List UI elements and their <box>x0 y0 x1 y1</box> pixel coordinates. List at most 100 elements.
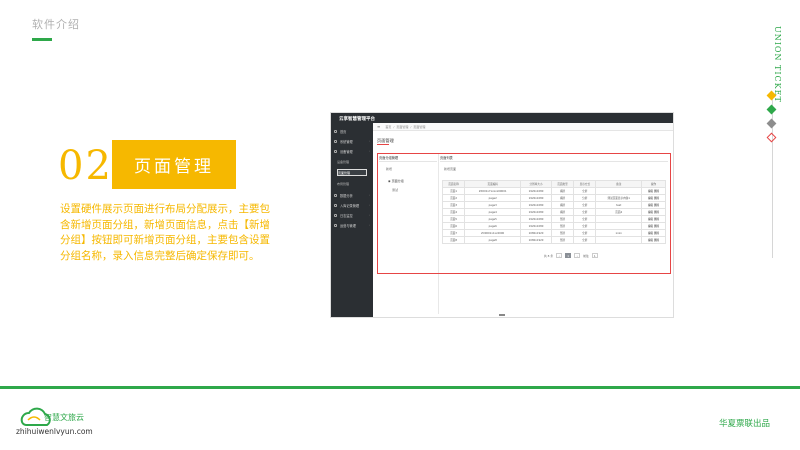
table-cell: 竖屏 <box>550 236 575 244</box>
table-cell: 1920x1080 <box>520 201 552 209</box>
table-cell: page2 <box>464 194 522 202</box>
table-cell: 1920x1080 <box>520 194 552 202</box>
table-cell: ZX0001x1xx0000 <box>464 229 522 237</box>
col-header: 页面编码 <box>464 180 522 188</box>
table-cell: 1920x1080 <box>520 187 552 195</box>
table-cell: 竖屏 <box>550 222 575 230</box>
table-cell: 页面1 <box>441 187 466 195</box>
title-underline <box>32 38 52 41</box>
row-actions[interactable]: 编辑 删除 <box>641 236 666 244</box>
table-cell: 页面5 <box>441 215 466 223</box>
section-description: 设置硬件展示页面进行布局分配展示，主要包含新增页面分组，新增页面信息，点击【新增… <box>60 203 270 262</box>
row-actions[interactable]: 编辑 删除 <box>641 201 666 209</box>
table-header-row: 页面名称 页面编码 分辨率大小 页面类型 显示方式 备注 操作 <box>441 180 666 188</box>
col-header: 页面名称 <box>441 180 466 188</box>
prev-page-button[interactable]: ‹ <box>556 253 563 258</box>
app-content-overlay: 页面分组管理 页面列表 新增 ◉ 页面分组 测试 新增页面 页面名称 页面编码 … <box>330 112 674 318</box>
section-number: 02 <box>58 143 113 189</box>
red-diamond-icon <box>766 132 777 143</box>
table-cell: 测试页面显示内容1 <box>595 194 643 202</box>
logo-name: 智慧文旅云 <box>44 413 84 422</box>
add-group-button[interactable]: 新增 <box>386 167 392 171</box>
table-cell: 页面4 <box>441 208 466 216</box>
table-row: 页面7 ZX0001x1xx0000 1080x1920 竖屏 全屏 xxxx 编辑 删除 <box>441 229 666 237</box>
scroll-indicator[interactable] <box>499 314 505 316</box>
page-table: 页面名称 页面编码 分辨率大小 页面类型 显示方式 备注 操作 页面1 ZX001… <box>441 180 666 244</box>
table-cell: page5 <box>464 215 522 223</box>
table-cell <box>595 187 643 195</box>
table-cell: 全屏 <box>573 208 597 216</box>
table-row: 页面3 page3 1920x1080 横屏 全屏 test 编辑 删除 <box>441 201 666 209</box>
table-cell: 竖屏 <box>550 229 575 237</box>
tree-child[interactable]: 测试 <box>392 188 398 192</box>
table-cell: page4 <box>464 208 522 216</box>
table-cell: 1080x1920 <box>520 236 552 244</box>
table-cell: 页面7 <box>441 229 466 237</box>
row-actions[interactable]: 编辑 删除 <box>641 215 666 223</box>
table-body: 页面1 ZX001x7xxxxx00001 1920x1080 横屏 全屏 编辑 删除 页面… <box>441 187 666 244</box>
table-row: 页面1 ZX001x7xxxxx00001 1920x1080 横屏 全屏 编辑 删除 <box>441 187 666 195</box>
slide-title: 软件介绍 <box>32 18 80 31</box>
goto-input[interactable]: 1 <box>591 253 598 258</box>
table-cell <box>595 236 643 244</box>
row-actions[interactable]: 编辑 删除 <box>641 187 666 195</box>
tree-root[interactable]: ◉ 页面分组 <box>388 179 404 183</box>
green-diamond-icon <box>766 104 777 115</box>
table-cell <box>595 215 643 223</box>
table-cell: 1920x1080 <box>520 215 552 223</box>
table-cell: 1920x1080 <box>520 222 552 230</box>
table-cell: 全屏 <box>573 187 597 195</box>
col-header: 页面类型 <box>550 180 575 188</box>
table-cell: 全屏 <box>573 229 597 237</box>
table-cell: 横屏 <box>550 208 575 216</box>
col-header: 备注 <box>595 180 643 188</box>
table-cell: 页面4 <box>595 208 643 216</box>
page-list-title: 页面列表 <box>440 155 668 162</box>
row-actions[interactable]: 编辑 删除 <box>641 208 666 216</box>
table-cell: 页面2 <box>441 194 466 202</box>
col-header: 分辨率大小 <box>520 180 552 188</box>
table-cell: 1080x1920 <box>520 229 552 237</box>
table-cell: page6 <box>464 222 522 230</box>
new-page-button[interactable]: 新增页面 <box>444 167 456 171</box>
table-cell: 页面8 <box>441 236 466 244</box>
table-row: 页面5 page5 1920x1080 竖屏 全屏 编辑 删除 <box>441 215 666 223</box>
col-header: 操作 <box>641 180 666 188</box>
table-cell: 全屏 <box>573 215 597 223</box>
table-cell: 全屏 <box>573 201 597 209</box>
table-cell: 横屏 <box>550 187 575 195</box>
table-cell: 页面6 <box>441 222 466 230</box>
total-count: 共 8 条 <box>544 253 554 258</box>
table-row: 页面2 page2 1920x1080 横屏 分屏 测试页面显示内容1 编辑 删除 <box>441 194 666 202</box>
table-cell <box>595 222 643 230</box>
gray-diamond-icon <box>766 118 777 129</box>
row-actions[interactable]: 编辑 删除 <box>641 194 666 202</box>
table-cell: 横屏 <box>550 201 575 209</box>
footer-credit: 华夏票联出品 <box>718 419 770 429</box>
table-row: 页面6 page6 1920x1080 竖屏 全屏 编辑 删除 <box>441 222 666 230</box>
table-cell: 1920x1080 <box>520 208 552 216</box>
table-cell: ZX001x7xxxxx00001 <box>464 187 522 195</box>
footer-divider <box>0 386 800 389</box>
table-cell: 全屏 <box>573 236 597 244</box>
table-row: 页面4 page4 1920x1080 横屏 全屏 页面4 编辑 删除 <box>441 208 666 216</box>
section-title-box: 页面管理 <box>112 140 236 189</box>
table-cell: 横屏 <box>550 194 575 202</box>
table-cell: page8 <box>464 236 522 244</box>
table-cell: page3 <box>464 201 522 209</box>
table-cell: 竖屏 <box>550 215 575 223</box>
table-cell: test <box>595 201 643 209</box>
page-number[interactable]: 1 <box>565 253 572 258</box>
pagination: 共 8 条 ‹ 1 › 前往 1 <box>544 253 598 258</box>
table-cell: 页面3 <box>441 201 466 209</box>
vertical-brand-text: UNION TICKET <box>773 26 782 103</box>
next-page-button[interactable]: › <box>574 253 581 258</box>
table-row: 页面8 page8 1080x1920 竖屏 全屏 编辑 删除 <box>441 236 666 244</box>
col-header: 显示方式 <box>573 180 597 188</box>
table-cell: 分屏 <box>573 194 597 202</box>
row-actions[interactable]: 编辑 删除 <box>641 222 666 230</box>
table-cell: xxxx <box>595 229 643 237</box>
row-actions[interactable]: 编辑 删除 <box>641 229 666 237</box>
logo-url: zhihuiwenlvyun.com <box>16 427 93 436</box>
table-cell: 全屏 <box>573 222 597 230</box>
